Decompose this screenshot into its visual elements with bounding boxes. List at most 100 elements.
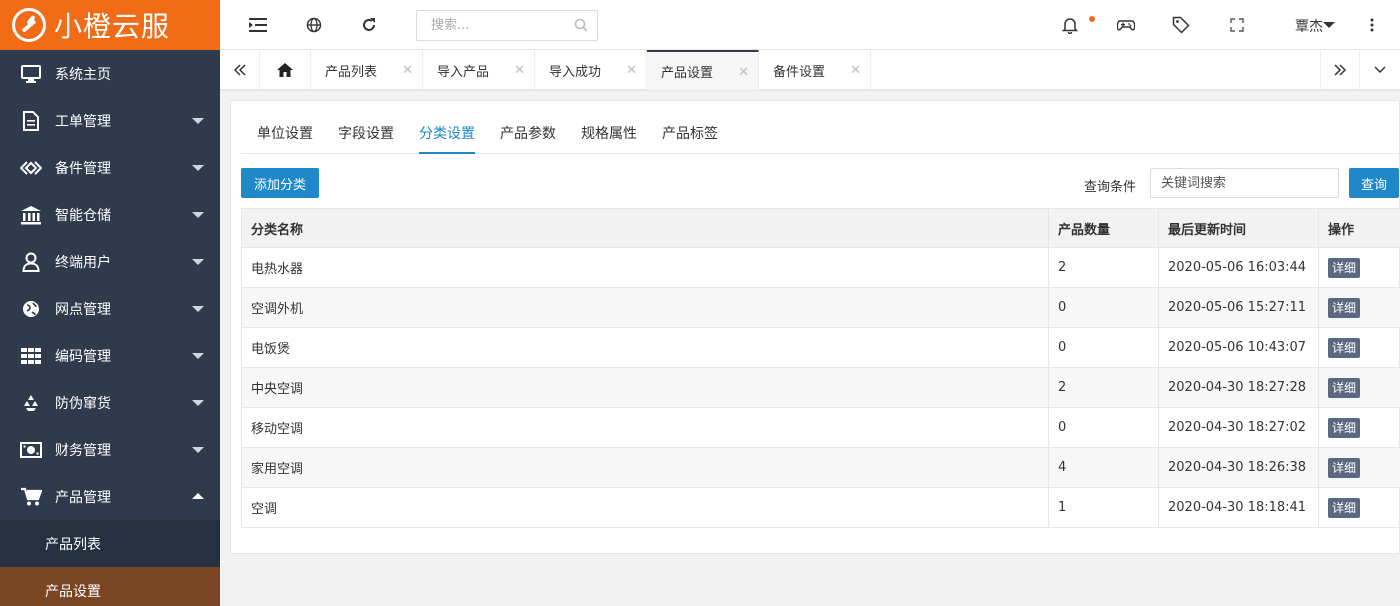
keyword-search-input[interactable] <box>1150 168 1339 198</box>
sidebar-item-label: 终端用户 <box>55 254 111 271</box>
tab-product-settings[interactable]: 产品设置 ✕ <box>647 50 759 90</box>
tab-product-list[interactable]: 产品列表 ✕ <box>311 50 423 90</box>
detail-button[interactable]: 详细 <box>1328 497 1361 518</box>
sidebar-item-outlets[interactable]: 网点管理 <box>0 285 220 332</box>
sidebar-item-anti-counterfeit[interactable]: 防伪窜货 <box>0 379 220 426</box>
logo-text: 小橙云服 <box>54 10 171 43</box>
submenu-item-product-settings[interactable]: 产品设置 <box>0 567 220 606</box>
actions-cell: 详细 <box>1318 367 1400 408</box>
tab-import-products[interactable]: 导入产品 ✕ <box>423 50 535 90</box>
sidebar-item-warehouse[interactable]: 智能仓储 <box>0 191 220 238</box>
detail-button[interactable]: 详细 <box>1328 377 1361 398</box>
sidebar-item-label: 备件管理 <box>55 160 111 177</box>
product-count-cell: 4 <box>1048 447 1159 488</box>
subtab-unit-settings[interactable]: 单位设置 <box>257 123 313 154</box>
close-icon[interactable]: ✕ <box>850 63 861 78</box>
sidebar-item-products[interactable]: 产品管理 <box>0 473 220 520</box>
table-row: 家用空调 4 2020-04-30 18:26:38 详细 <box>241 447 1400 488</box>
search-icon[interactable] <box>574 18 588 36</box>
actions-cell: 详细 <box>1318 407 1400 448</box>
query-button[interactable]: 查询 <box>1349 168 1399 198</box>
tab-label: 导入产品 <box>437 64 490 80</box>
tabs-scroll-right-icon[interactable] <box>1320 50 1360 90</box>
globe-icon <box>20 299 42 319</box>
detail-button[interactable]: 详细 <box>1328 337 1361 358</box>
monitor-icon <box>20 64 42 84</box>
submenu-item-product-list[interactable]: 产品列表 <box>0 520 220 567</box>
gamepad-icon[interactable] <box>1117 16 1135 34</box>
subtab-product-params[interactable]: 产品参数 <box>500 123 556 154</box>
updated-time-cell: 2020-04-30 18:26:38 <box>1158 447 1319 488</box>
chevron-down-icon[interactable] <box>1360 50 1400 90</box>
subtab-product-tags[interactable]: 产品标签 <box>662 123 718 154</box>
detail-button[interactable]: 详细 <box>1328 257 1361 278</box>
chevron-down-icon <box>192 306 204 312</box>
chevron-down-icon <box>192 400 204 406</box>
bell-icon[interactable] <box>1061 16 1079 34</box>
sidebar-item-spare-parts[interactable]: 备件管理 <box>0 144 220 191</box>
close-icon[interactable]: ✕ <box>738 65 749 80</box>
fullscreen-icon[interactable] <box>1228 16 1246 34</box>
document-icon <box>20 110 42 131</box>
menu-collapse-icon[interactable] <box>249 16 267 34</box>
globe-icon[interactable] <box>305 16 323 34</box>
subtab-field-settings[interactable]: 字段设置 <box>338 123 394 154</box>
home-icon[interactable] <box>260 50 311 90</box>
detail-button[interactable]: 详细 <box>1328 457 1361 478</box>
chevron-down-icon[interactable] <box>1323 22 1335 28</box>
chevron-down-icon <box>192 259 204 265</box>
subtab-spec-attributes[interactable]: 规格属性 <box>581 123 637 154</box>
product-count-cell: 2 <box>1048 367 1159 408</box>
updated-time-cell: 2020-05-06 16:03:44 <box>1158 247 1319 288</box>
detail-button[interactable]: 详细 <box>1328 417 1361 438</box>
user-name[interactable]: 覃杰 <box>1295 16 1323 36</box>
category-name-cell: 中央空调 <box>241 367 1049 408</box>
money-icon <box>20 440 42 460</box>
sidebar-item-home[interactable]: 系统主页 <box>0 50 220 97</box>
recycle-icon <box>20 393 42 413</box>
tab-label: 产品设置 <box>661 65 714 81</box>
grid-icon <box>20 346 42 366</box>
tab-spare-settings[interactable]: 备件设置 ✕ <box>759 50 871 90</box>
add-category-button[interactable]: 添加分类 <box>241 168 319 198</box>
sidebar-item-finance[interactable]: 财务管理 <box>0 426 220 473</box>
sidebar-item-coding[interactable]: 编码管理 <box>0 332 220 379</box>
close-icon[interactable]: ✕ <box>402 63 413 78</box>
chevron-down-icon <box>192 447 204 453</box>
column-header-count[interactable]: 产品数量 <box>1048 208 1159 248</box>
close-icon[interactable]: ✕ <box>514 63 525 78</box>
product-count-cell: 0 <box>1048 287 1159 328</box>
settings-subtabs: 单位设置 字段设置 分类设置 产品参数 规格属性 产品标签 <box>241 101 1400 154</box>
updated-time-cell: 2020-05-06 15:27:11 <box>1158 287 1319 328</box>
category-name-cell: 电热水器 <box>241 247 1049 288</box>
tab-import-success[interactable]: 导入成功 ✕ <box>535 50 647 90</box>
subtab-category-settings[interactable]: 分类设置 <box>419 123 475 154</box>
chevron-down-icon <box>192 353 204 359</box>
products-submenu: 产品列表 产品设置 <box>0 520 220 606</box>
sidebar-item-end-users[interactable]: 终端用户 <box>0 238 220 285</box>
tag-icon[interactable] <box>1172 16 1190 34</box>
chevron-down-icon <box>192 165 204 171</box>
column-header-name[interactable]: 分类名称 <box>241 208 1049 248</box>
tab-label: 备件设置 <box>773 64 826 80</box>
table-row: 空调外机 0 2020-05-06 15:27:11 详细 <box>241 287 1400 328</box>
more-vertical-icon[interactable] <box>1363 16 1381 34</box>
column-header-updated[interactable]: 最后更新时间 <box>1158 208 1319 248</box>
table-row: 电热水器 2 2020-05-06 16:03:44 详细 <box>241 247 1400 288</box>
user-icon <box>20 252 42 272</box>
table-row: 移动空调 0 2020-04-30 18:27:02 详细 <box>241 407 1400 448</box>
sidebar-item-workorder[interactable]: 工单管理 <box>0 97 220 144</box>
submenu-item-label: 产品设置 <box>45 583 101 600</box>
cart-icon <box>20 487 42 507</box>
tabs-scroll-left-icon[interactable] <box>220 50 260 90</box>
product-count-cell: 0 <box>1048 407 1159 448</box>
category-name-cell: 电饭煲 <box>241 327 1049 368</box>
logo-mark-icon <box>12 8 46 42</box>
search-input[interactable] <box>417 11 567 40</box>
close-icon[interactable]: ✕ <box>626 63 637 78</box>
sidebar-item-label: 工单管理 <box>55 113 111 130</box>
refresh-icon[interactable] <box>360 16 378 34</box>
detail-button[interactable]: 详细 <box>1328 297 1361 318</box>
logo[interactable]: 小橙云服 <box>0 0 220 50</box>
sidebar: 小橙云服 系统主页 工单管理 备件管理 智能仓储 终端用户 网点管理 编码管理 … <box>0 0 220 606</box>
